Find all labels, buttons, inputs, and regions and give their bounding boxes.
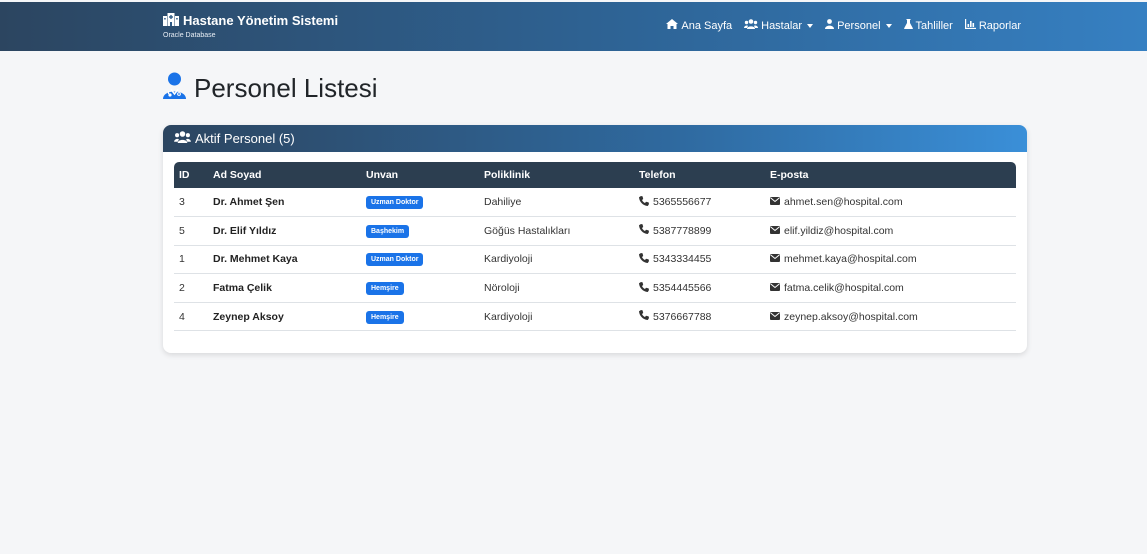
cell-email: zeynep.aksoy@hospital.com: [765, 302, 1016, 332]
phone-icon: [639, 252, 653, 266]
navbar: Hastane Yönetim Sistemi Oracle Database …: [0, 2, 1147, 51]
email-address: mehmet.kaya@hospital.com: [784, 253, 917, 266]
title-badge: Uzman Doktor: [366, 253, 424, 267]
page-header: Personel Listesi: [163, 72, 378, 104]
nav-links: Ana Sayfa Hastalar Personel Tahliller Ra…: [654, 19, 1021, 32]
cell-clinic: Kardiyoloji: [479, 245, 634, 275]
chart-icon: [964, 19, 979, 32]
column-header-phone[interactable]: Telefon: [634, 162, 765, 188]
brand[interactable]: Hastane Yönetim Sistemi Oracle Database: [163, 12, 338, 39]
phone-number: 5376667788: [653, 310, 712, 323]
card-header-title: Aktif Personel (5): [195, 131, 295, 146]
brand-subtitle: Oracle Database: [163, 32, 216, 39]
phone-icon: [639, 224, 653, 237]
title-badge: Başhekim: [366, 224, 410, 238]
cell-clinic: Dahiliye: [479, 188, 634, 218]
cell-phone: 5376667788: [634, 302, 765, 332]
cell-phone: 5387778899: [634, 216, 765, 246]
cell-name: Dr. Mehmet Kaya: [208, 245, 361, 275]
nav-staff-label: Personel: [837, 19, 881, 32]
table-row[interactable]: 2 Fatma Çelik Hemşire Nöroloji 535444556…: [174, 273, 1016, 303]
cell-clinic: Göğüs Hastalıkları: [479, 216, 634, 246]
envelope-icon: [770, 196, 784, 208]
cell-id: 5: [174, 216, 208, 246]
page-title: Personel Listesi: [194, 72, 378, 103]
flask-icon: [903, 19, 916, 32]
nav-tests-label: Tahliller: [915, 19, 953, 32]
email-address: elif.yildiz@hospital.com: [784, 224, 894, 237]
chevron-down-icon: [807, 23, 814, 28]
nav-home-label: Ana Sayfa: [681, 19, 733, 32]
cell-email: ahmet.sen@hospital.com: [765, 188, 1016, 218]
table-row[interactable]: 3 Dr. Ahmet Şen Uzman Doktor Dahiliye 53…: [174, 188, 1016, 218]
cell-id: 4: [174, 302, 208, 332]
phone-icon: [639, 281, 653, 295]
cell-clinic: Nöroloji: [479, 273, 634, 303]
title-badge: Hemşire: [366, 310, 404, 324]
cell-email: elif.yildiz@hospital.com: [765, 216, 1016, 246]
nav-tests[interactable]: Tahliller: [903, 19, 953, 32]
envelope-icon: [770, 311, 784, 323]
hospital-icon: [163, 12, 183, 29]
cell-email: fatma.celik@hospital.com: [765, 273, 1016, 303]
cell-name: Zeynep Aksoy: [208, 302, 361, 332]
cell-name: Dr. Elif Yıldız: [208, 216, 361, 246]
cell-name: Dr. Ahmet Şen: [208, 188, 361, 218]
phone-icon: [639, 195, 653, 209]
envelope-icon: [770, 225, 784, 237]
table-header-row: ID Ad Soyad Unvan Poliklinik Telefon E-p…: [174, 162, 1016, 188]
cell-phone: 5354445566: [634, 273, 765, 303]
envelope-icon: [770, 282, 784, 294]
phone-number: 5354445566: [653, 282, 712, 295]
cell-email: mehmet.kaya@hospital.com: [765, 245, 1016, 275]
table-row[interactable]: 4 Zeynep Aksoy Hemşire Kardiyoloji 53766…: [174, 302, 1016, 332]
table-row[interactable]: 1 Dr. Mehmet Kaya Uzman Doktor Kardiyolo…: [174, 245, 1016, 275]
cell-phone: 5365556677: [634, 188, 765, 218]
envelope-icon: [770, 253, 784, 265]
email-address: fatma.celik@hospital.com: [784, 282, 904, 295]
user-icon: [825, 19, 837, 32]
card-header: Aktif Personel (5): [163, 125, 1027, 152]
cell-title: Başhekim: [361, 216, 479, 246]
column-header-name[interactable]: Ad Soyad: [208, 162, 361, 188]
cell-title: Hemşire: [361, 302, 479, 332]
nav-reports[interactable]: Raporlar: [964, 19, 1021, 32]
title-badge: Uzman Doktor: [366, 196, 424, 210]
nav-patients-label: Hastalar: [761, 19, 803, 32]
email-address: ahmet.sen@hospital.com: [784, 196, 903, 209]
column-header-clinic[interactable]: Poliklinik: [479, 162, 634, 188]
cell-title: Hemşire: [361, 273, 479, 303]
home-icon: [666, 19, 681, 32]
cell-name: Fatma Çelik: [208, 273, 361, 303]
column-header-title[interactable]: Unvan: [361, 162, 479, 188]
cell-clinic: Kardiyoloji: [479, 302, 634, 332]
cell-id: 1: [174, 245, 208, 275]
cell-id: 2: [174, 273, 208, 303]
cell-title: Uzman Doktor: [361, 188, 479, 218]
nav-home[interactable]: Ana Sayfa: [666, 19, 732, 32]
doctor-icon: [163, 72, 194, 104]
column-header-id[interactable]: ID: [174, 162, 208, 188]
users-icon: [174, 131, 195, 146]
phone-icon: [639, 310, 653, 323]
brand-title: Hastane Yönetim Sistemi: [183, 13, 339, 28]
cell-title: Uzman Doktor: [361, 245, 479, 275]
phone-number: 5365556677: [653, 196, 712, 209]
phone-number: 5387778899: [653, 224, 712, 237]
title-badge: Hemşire: [366, 282, 404, 296]
phone-number: 5343334455: [653, 253, 712, 266]
column-header-email[interactable]: E-posta: [765, 162, 1016, 188]
nav-staff[interactable]: Personel: [825, 19, 892, 32]
staff-card: Aktif Personel (5) ID Ad Soyad Unvan Pol…: [163, 125, 1027, 353]
nav-patients[interactable]: Hastalar: [744, 19, 814, 32]
cell-phone: 5343334455: [634, 245, 765, 275]
chevron-down-icon: [885, 23, 892, 28]
users-icon: [744, 19, 761, 32]
table-row[interactable]: 5 Dr. Elif Yıldız Başhekim Göğüs Hastalı…: [174, 216, 1016, 246]
cell-id: 3: [174, 188, 208, 218]
email-address: zeynep.aksoy@hospital.com: [784, 310, 918, 323]
nav-reports-label: Raporlar: [978, 19, 1021, 32]
staff-table: ID Ad Soyad Unvan Poliklinik Telefon E-p…: [174, 162, 1016, 332]
